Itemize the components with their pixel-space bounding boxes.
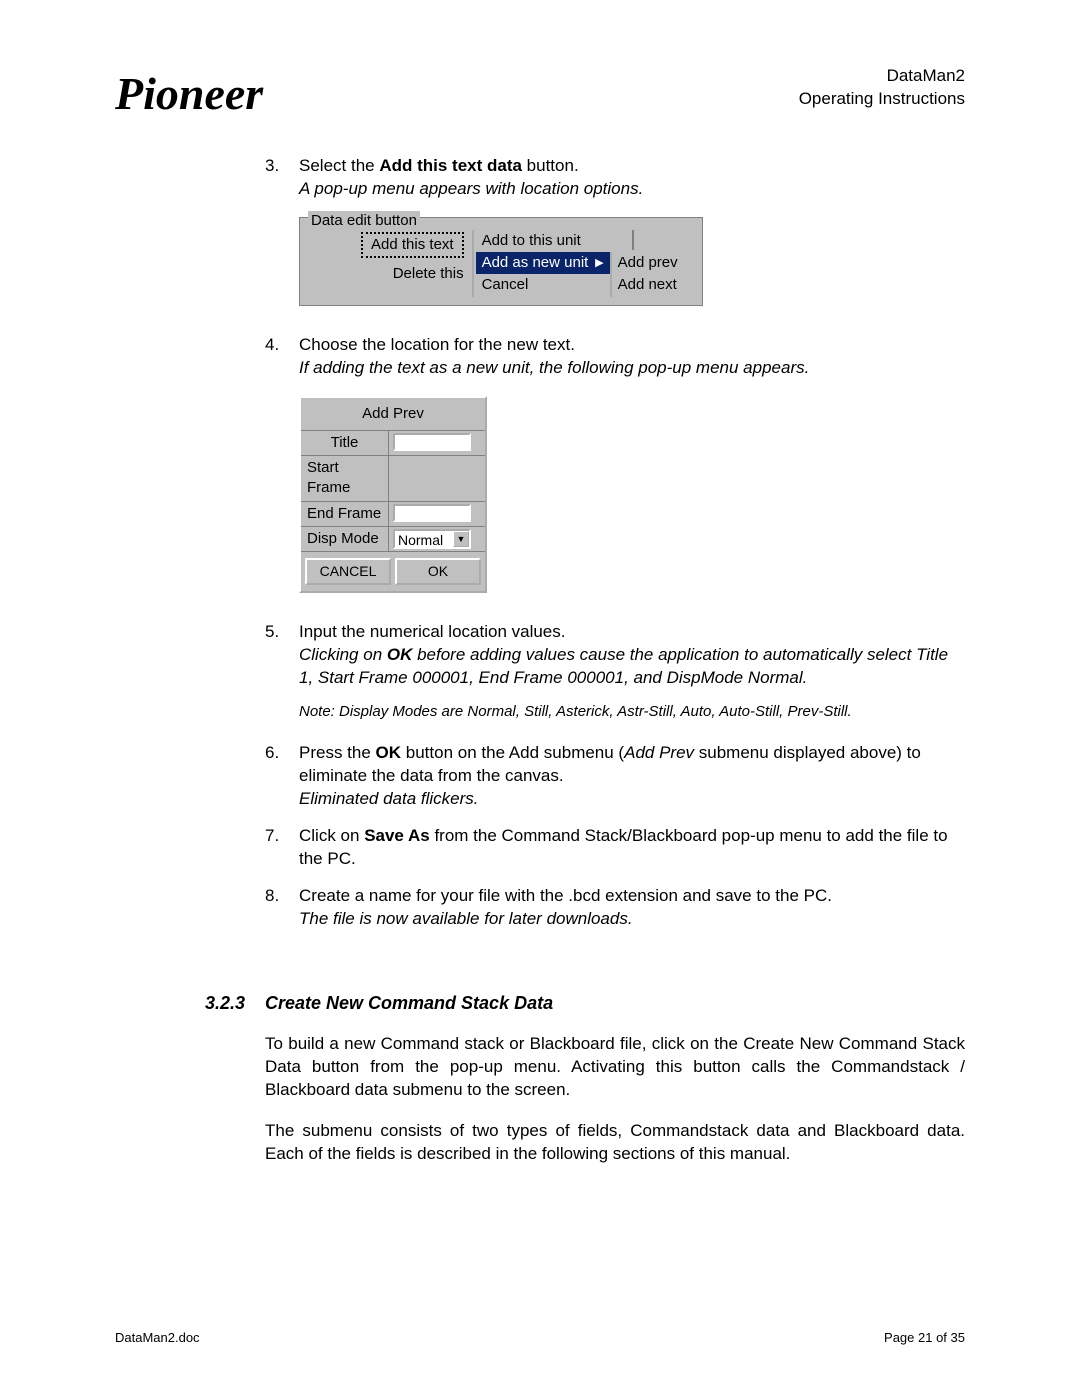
step-number: 6.: [265, 742, 299, 811]
dialog-title: Add Prev: [301, 398, 485, 431]
footer-filename: DataMan2.doc: [115, 1329, 200, 1347]
delete-this-button[interactable]: Delete this: [393, 265, 464, 282]
select-disp-mode-value: Normal: [395, 531, 453, 547]
step-5-result-a: Clicking on: [299, 645, 387, 664]
page-header: Pioneer DataMan2 Operating Instructions: [115, 63, 965, 125]
brand-logo: Pioneer: [115, 63, 263, 125]
section-number: 3.2.3: [205, 991, 265, 1015]
p1-a: To build a new Command stack or Blackboa…: [265, 1034, 743, 1053]
step-3-text-b: button.: [522, 156, 579, 175]
step-number: 3.: [265, 155, 299, 201]
label-disp-mode: Disp Mode: [301, 527, 389, 551]
step-6-result: Eliminated data flickers.: [299, 788, 965, 811]
page-footer: DataMan2.doc Page 21 of 35: [115, 1329, 965, 1347]
label-title: Title: [301, 431, 389, 455]
step-6-b: button on the Add submenu (: [401, 743, 624, 762]
menu-add-as-new-unit[interactable]: Add as new unit ▶: [476, 252, 610, 274]
cancel-button[interactable]: CANCEL: [305, 558, 391, 585]
chevron-down-icon: ▼: [453, 531, 469, 547]
step-7-a: Click on: [299, 826, 364, 845]
step-7: 7. Click on Save As from the Command Sta…: [265, 825, 965, 871]
step-8-text: Create a name for your file with the .bc…: [299, 885, 965, 908]
menu-add-as-new-unit-label: Add as new unit: [482, 253, 589, 273]
section-title: Create New Command Stack Data: [265, 991, 553, 1015]
menu-add-to-this-unit[interactable]: Add to this unit: [476, 230, 610, 252]
step-number: 8.: [265, 885, 299, 931]
step-number: 5.: [265, 621, 299, 722]
input-title[interactable]: [393, 433, 471, 451]
figure-data-edit-button: Data edit button Add this text Delete th…: [299, 217, 965, 306]
step-5: 5. Input the numerical location values. …: [265, 621, 965, 722]
step-6-a: Press the: [299, 743, 376, 762]
step-3: 3. Select the Add this text data button.…: [265, 155, 965, 201]
p1-b: button from the pop-up menu. Activating …: [265, 1057, 965, 1099]
step-3-result: A pop-up menu appears with location opti…: [299, 178, 965, 201]
step-number: 4.: [265, 334, 299, 380]
label-start-frame: Start Frame: [301, 456, 389, 501]
step-8: 8. Create a name for your file with the …: [265, 885, 965, 931]
section-para-1: To build a new Command stack or Blackboa…: [265, 1033, 965, 1102]
step-6: 6. Press the OK button on the Add submen…: [265, 742, 965, 811]
step-6-ital: Add Prev: [624, 743, 694, 762]
divider: [632, 230, 634, 250]
section-para-2: The submenu consists of two types of fie…: [265, 1120, 965, 1166]
figure-add-prev-dialog: Add Prev Title Start Frame End Frame Dis…: [299, 396, 965, 593]
header-right: DataMan2 Operating Instructions: [799, 63, 965, 111]
section-heading: 3.2.3 Create New Command Stack Data: [265, 991, 965, 1015]
step-3-text-bold: Add this text data: [379, 156, 522, 175]
fieldset-legend: Data edit button: [308, 211, 420, 231]
step-8-result: The file is now available for later down…: [299, 908, 965, 931]
submenu-add-next[interactable]: Add next: [616, 274, 696, 296]
step-5-note: Note: Display Modes are Normal, Still, A…: [299, 702, 965, 722]
add-this-text-button[interactable]: Add this text: [361, 232, 464, 258]
ok-button[interactable]: OK: [395, 558, 481, 585]
menu-cancel[interactable]: Cancel: [476, 274, 610, 296]
label-end-frame: End Frame: [301, 502, 389, 526]
step-4: 4. Choose the location for the new text.…: [265, 334, 965, 380]
submenu-arrow-icon: ▶: [595, 256, 603, 271]
step-5-text: Input the numerical location values.: [299, 621, 965, 644]
doc-subtitle: Operating Instructions: [799, 88, 965, 111]
step-3-text-a: Select the: [299, 156, 379, 175]
footer-page-number: Page 21 of 35: [884, 1329, 965, 1347]
step-5-result-bold: OK: [387, 645, 413, 664]
step-4-result: If adding the text as a new unit, the fo…: [299, 357, 965, 380]
step-6-bold: OK: [376, 743, 402, 762]
product-name: DataMan2: [799, 65, 965, 88]
select-disp-mode[interactable]: Normal ▼: [393, 529, 471, 549]
input-end-frame[interactable]: [393, 504, 471, 522]
submenu-add-prev[interactable]: Add prev: [616, 252, 696, 274]
step-4-text: Choose the location for the new text.: [299, 334, 965, 357]
step-number: 7.: [265, 825, 299, 871]
step-7-bold: Save As: [364, 826, 430, 845]
